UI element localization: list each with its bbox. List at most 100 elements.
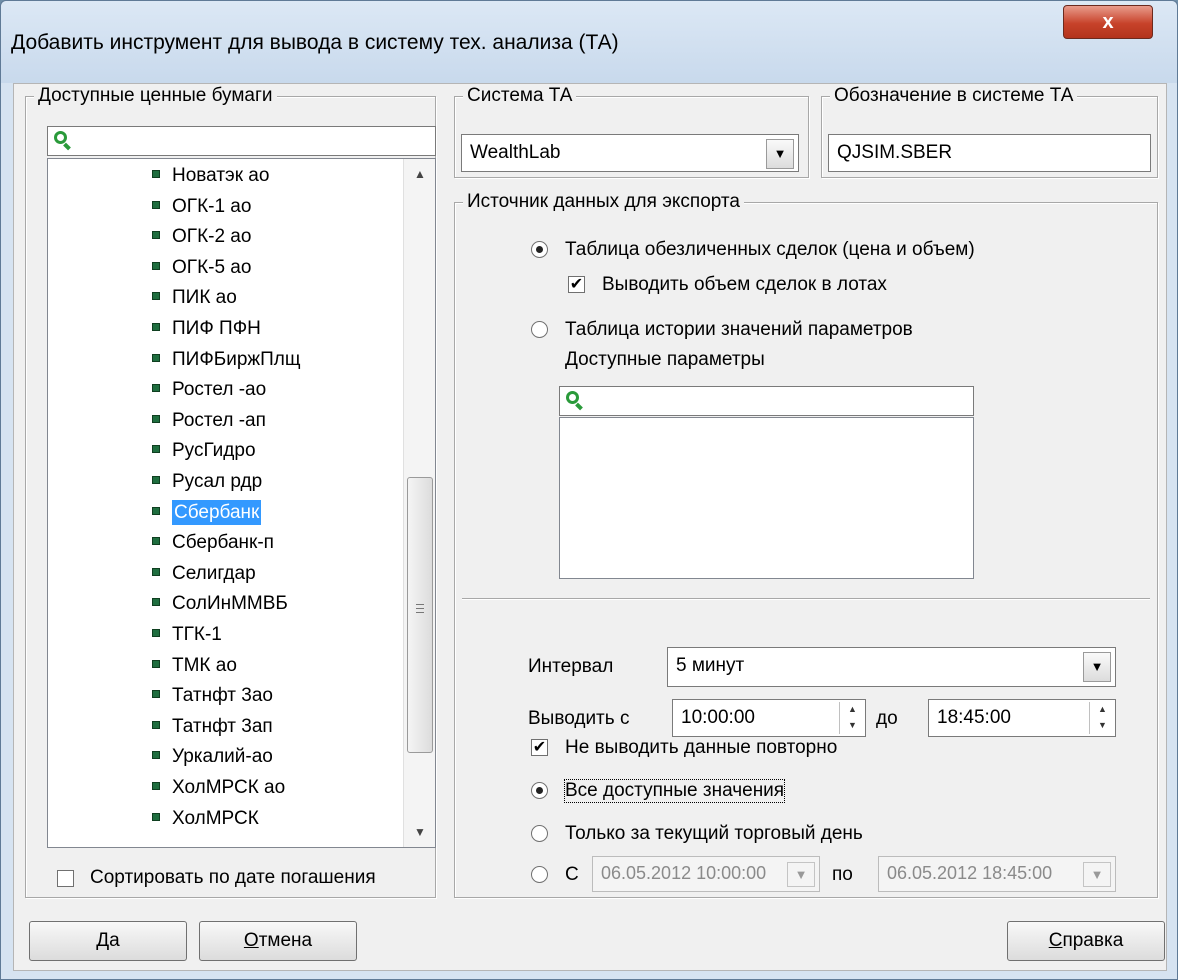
no-repeat-label: Не выводить данные повторно <box>565 737 838 758</box>
list-item-label: Сбербанк-п <box>172 532 274 554</box>
separator <box>462 598 1150 600</box>
scroll-down-arrow-icon[interactable]: ▼ <box>404 817 435 847</box>
params-list[interactable] <box>559 417 974 579</box>
date-range-from-label: С <box>565 864 579 885</box>
scrollbar-thumb[interactable] <box>407 477 433 753</box>
list-item-label: ТГК-1 <box>172 624 222 645</box>
all-values-radio[interactable] <box>531 782 548 799</box>
designation-input[interactable]: QJSIM.SBER <box>828 134 1151 172</box>
list-item-label: ОГК-1 ао <box>172 195 252 217</box>
time-from-value: 10:00:00 <box>681 707 755 728</box>
time-to-value: 18:45:00 <box>937 707 1011 728</box>
chevron-down-icon[interactable]: ▼ <box>787 862 815 887</box>
list-item[interactable]: ТГК-1 <box>152 620 226 650</box>
chevron-down-icon[interactable]: ▼ <box>766 139 794 169</box>
range-from-value: 06.05.2012 10:00:00 <box>601 863 767 883</box>
spin-up-icon[interactable]: ▲ <box>1090 702 1115 718</box>
securities-list[interactable]: Новатэк ао ОГК-1 ао ОГК-2 ао ОГК-5 ао ПИК ао… <box>47 158 436 848</box>
list-item[interactable]: ТМК ао <box>152 651 241 681</box>
spin-up-icon[interactable]: ▲ <box>840 702 865 718</box>
sort-by-maturity-label: Сортировать по дате погашения <box>90 867 376 888</box>
time-from-spinner[interactable]: ▲ ▼ <box>839 702 865 734</box>
list-item[interactable]: РусГидро <box>152 436 260 466</box>
list-item[interactable]: Сбербанк <box>152 498 265 528</box>
range-to-value: 06.05.2012 18:45:00 <box>887 863 1053 883</box>
ok-button[interactable]: Да <box>29 921 187 961</box>
params-label: Доступные параметры <box>565 349 765 370</box>
output-to-label: до <box>876 708 898 729</box>
list-item-label: Селигдар <box>172 562 256 584</box>
history-table-radio[interactable] <box>531 321 548 338</box>
list-item[interactable]: ОГК-5 ао <box>152 253 255 283</box>
close-button[interactable]: x <box>1063 5 1153 39</box>
list-item-label: ХолМРСК <box>172 807 259 829</box>
output-from-label: Выводить с <box>528 708 630 729</box>
list-item-label: ОГК-2 ао <box>172 226 252 248</box>
today-only-radio[interactable] <box>531 825 548 842</box>
list-item[interactable]: ХолМРСК ао <box>152 773 289 803</box>
list-item[interactable]: ХолМРСК <box>152 804 263 834</box>
date-range-to-label: по <box>832 864 853 885</box>
spin-down-icon[interactable]: ▼ <box>1090 718 1115 734</box>
securities-scrollbar[interactable]: ▲ ▼ <box>403 159 435 847</box>
list-item[interactable]: Ростел -ао <box>152 375 270 405</box>
list-item-label: Татнфт 3ао <box>172 685 273 707</box>
list-item[interactable]: Русал рдр <box>152 467 266 497</box>
list-item-label: СолИнММВБ <box>172 593 288 615</box>
list-item-label: Новатэк ао <box>172 165 270 186</box>
data-source-group-label: Источник данных для экспорта <box>463 191 744 213</box>
dialog-body: Доступные ценные бумаги Новатэк ао ОГК-1 … <box>13 83 1167 971</box>
list-item-label: Сбербанк <box>172 499 262 525</box>
title-bar[interactable]: Добавить инструмент для вывода в систему… <box>1 1 1177 83</box>
list-item-label: ПИФ ПФН <box>172 318 261 339</box>
designation-group-label: Обозначение в системе ТА <box>830 85 1078 107</box>
scroll-up-arrow-icon[interactable]: ▲ <box>404 159 435 189</box>
list-item[interactable]: Уркалий-ао <box>152 742 277 772</box>
securities-search-input[interactable] <box>47 126 436 156</box>
sort-by-maturity-checkbox[interactable] <box>57 870 74 887</box>
list-item-label: ХолМРСК ао <box>172 777 286 798</box>
list-item[interactable]: Ростел -ап <box>152 406 270 436</box>
lots-label: Выводить объем сделок в лотах <box>602 274 887 295</box>
spin-down-icon[interactable]: ▼ <box>840 718 865 734</box>
no-repeat-checkbox[interactable]: ✔ <box>531 739 548 756</box>
cancel-button[interactable]: Отмена <box>199 921 357 961</box>
securities-group-label: Доступные ценные бумаги <box>34 85 277 107</box>
list-item[interactable]: Селигдар <box>152 559 260 589</box>
list-item[interactable]: ПИФ ПФН <box>152 314 265 344</box>
interval-label: Интервал <box>528 656 614 677</box>
chevron-down-icon[interactable]: ▼ <box>1083 652 1111 682</box>
list-item-label: Ростел -ао <box>172 379 267 401</box>
list-item[interactable]: Сбербанк-п <box>152 528 278 558</box>
range-to-picker[interactable]: 06.05.2012 18:45:00 ▼ <box>878 856 1116 892</box>
params-search-input[interactable] <box>559 386 974 416</box>
list-item-label: ТМК ао <box>172 654 237 676</box>
list-item[interactable]: Татнфт 3ап <box>152 712 277 742</box>
list-item-label: Уркалий-ао <box>172 746 273 768</box>
list-item[interactable]: ПИФБиржПлщ <box>152 345 305 375</box>
list-item[interactable]: ПИК ао <box>152 283 241 313</box>
list-item[interactable]: СолИнММВБ <box>152 589 292 619</box>
list-item-label: ПИФБиржПлщ <box>172 348 301 370</box>
range-from-picker[interactable]: 06.05.2012 10:00:00 ▼ <box>592 856 820 892</box>
time-from-input[interactable]: 10:00:00 ▲ ▼ <box>672 699 866 737</box>
list-item[interactable]: ОГК-1 ао <box>152 192 255 222</box>
list-item-label: ОГК-5 ао <box>172 256 252 278</box>
chevron-down-icon[interactable]: ▼ <box>1083 862 1111 887</box>
help-button[interactable]: Справка <box>1007 921 1165 961</box>
list-item[interactable]: Татнфт 3ао <box>152 681 277 711</box>
trades-table-radio[interactable] <box>531 241 548 258</box>
time-to-spinner[interactable]: ▲ ▼ <box>1089 702 1115 734</box>
interval-select[interactable]: 5 минут ▼ <box>667 647 1116 687</box>
ta-system-value: WealthLab <box>470 142 561 163</box>
list-item[interactable]: ОГК-2 ао <box>152 222 255 252</box>
dialog-window: Добавить инструмент для вывода в систему… <box>0 0 1178 980</box>
list-item[interactable]: Новатэк ао <box>152 161 273 191</box>
time-to-input[interactable]: 18:45:00 ▲ ▼ <box>928 699 1116 737</box>
today-only-label: Только за текущий торговый день <box>565 823 863 844</box>
date-range-radio[interactable] <box>531 866 548 883</box>
lots-checkbox[interactable]: ✔ <box>568 276 585 293</box>
list-item-label: Ростел -ап <box>172 409 266 431</box>
ta-system-select[interactable]: WealthLab ▼ <box>461 134 799 172</box>
list-item-label: Татнфт 3ап <box>172 715 273 737</box>
